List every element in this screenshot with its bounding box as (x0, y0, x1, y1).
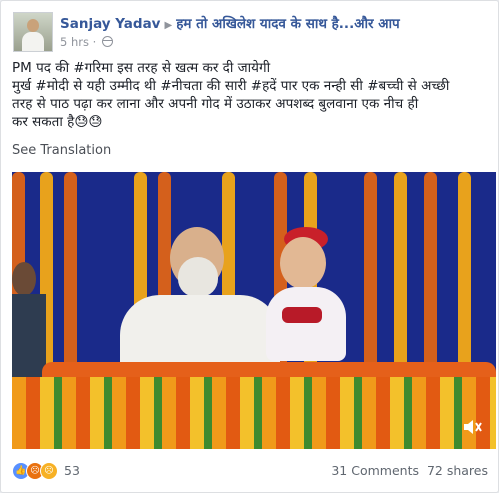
comments-count[interactable]: 31 Comments (331, 463, 419, 478)
post-footer: 👍 ☹ ☹ 53 31 Comments 72 shares (12, 462, 488, 480)
post-time[interactable]: 5 hrs (60, 35, 89, 49)
post-text-line: मुर्ख #मोदी से यही उम्मीद थी #नीचता की स… (12, 78, 450, 94)
post-stats: 31 Comments 72 shares (331, 463, 488, 478)
arrow-icon: ▶ (164, 20, 173, 31)
author-name[interactable]: Sanjay Yadav (60, 16, 161, 32)
sad-icon: ☹ (40, 462, 58, 480)
globe-icon (101, 36, 113, 47)
speaker-icon[interactable] (462, 418, 484, 436)
shares-count[interactable]: 72 shares (427, 463, 488, 478)
post-text-line: PM पद की #गरिमा इस तरह से खत्म कर दी जाय… (12, 60, 271, 76)
reaction-count[interactable]: 53 (64, 463, 80, 478)
see-translation-link[interactable]: See Translation (12, 143, 111, 158)
author-avatar[interactable] (13, 12, 53, 52)
post-text-line: तरह से पाठ पढ़ा कर लाना और अपनी गोद में … (12, 96, 419, 112)
video-player[interactable] (12, 172, 496, 449)
group-name[interactable]: हम तो अखिलेश यादव के साथ है...और आप (176, 16, 400, 32)
post-text: PM पद की #गरिमा इस तरह से खत्म कर दी जाय… (12, 59, 490, 131)
post-meta: 5 hrs · (60, 35, 113, 49)
post-text-line: कर सकता है😓😓 (12, 114, 103, 130)
post-header: Sanjay Yadav ▶ हम तो अखिलेश यादव के साथ है… (60, 14, 400, 32)
post-card: Sanjay Yadav ▶ हम तो अखिलेश यादव के साथ है… (0, 0, 499, 493)
